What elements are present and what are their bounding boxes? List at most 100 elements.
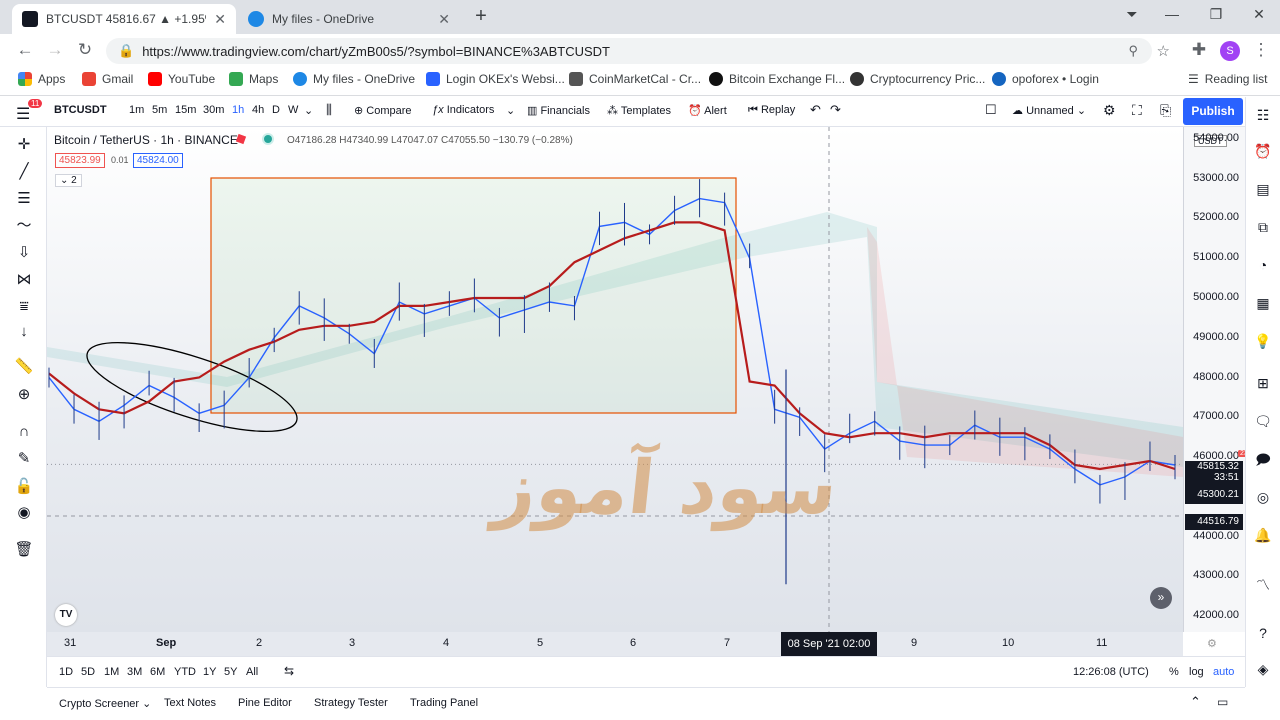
- ruler-icon[interactable]: 📏: [14, 357, 34, 377]
- trend-line-icon[interactable]: ╱: [14, 162, 34, 182]
- scroll-to-realtime-button[interactable]: »: [1150, 587, 1172, 609]
- undo-icon[interactable]: ↶: [810, 102, 821, 118]
- chart-pane[interactable]: Bitcoin / TetherUS · 1h · BINANCE O47186…: [47, 127, 1183, 632]
- layers-icon[interactable]: ◈: [1253, 659, 1273, 679]
- layout-name-button[interactable]: ☁ Unnamed ⌄: [1012, 104, 1086, 117]
- alerts-clock-icon[interactable]: ⏰: [1253, 141, 1273, 161]
- interval-1h[interactable]: 1h: [232, 104, 244, 116]
- select-layout-icon[interactable]: ☐: [985, 102, 997, 118]
- calendar-icon[interactable]: ▦: [1253, 293, 1273, 313]
- collapse-panel-icon[interactable]: ⌃: [1190, 694, 1201, 710]
- xabcd-pattern-icon[interactable]: ⋈: [14, 270, 34, 290]
- zoom-icon[interactable]: ⚲: [1128, 43, 1138, 59]
- range-all[interactable]: All: [246, 666, 258, 678]
- hotlists-icon[interactable]: ◔: [1253, 255, 1273, 275]
- tab-crypto-screener[interactable]: Crypto Screener ⌄: [59, 697, 151, 710]
- news-icon[interactable]: ⧉: [1253, 217, 1273, 237]
- bookmark-youtube[interactable]: YouTube: [148, 72, 215, 86]
- streams-icon[interactable]: ⊞: [1253, 373, 1273, 393]
- interval-1m[interactable]: 1m: [129, 104, 144, 116]
- range-3m[interactable]: 3M: [127, 666, 142, 678]
- financials-button[interactable]: ▥ Financials: [527, 104, 590, 117]
- interval-5m[interactable]: 5m: [152, 104, 167, 116]
- browser-menu-icon[interactable]: ⋮: [1250, 40, 1272, 62]
- compare-button[interactable]: ⊕ Compare: [354, 104, 412, 117]
- stay-in-drawing-mode-icon[interactable]: ✎: [14, 449, 34, 469]
- alert-button[interactable]: ⏰ Alert: [688, 104, 727, 117]
- buy-price-button[interactable]: 45824.00: [133, 153, 183, 168]
- profile-avatar[interactable]: S: [1220, 41, 1240, 61]
- tab-search-icon[interactable]: ⏷: [1118, 6, 1146, 26]
- indicators-collapse-toggle[interactable]: ⌄ 2: [55, 174, 82, 187]
- bookmark-bitcoin-exchange[interactable]: Bitcoin Exchange Fl...: [709, 72, 845, 86]
- indicators-button[interactable]: ƒx Indicators: [432, 104, 494, 116]
- interval-30m[interactable]: 30m: [203, 104, 224, 116]
- bookmark-onedrive[interactable]: My files - OneDrive: [293, 72, 415, 86]
- close-window-button[interactable]: ✕: [1245, 6, 1273, 26]
- interval-d[interactable]: D: [272, 104, 280, 116]
- data-window-icon[interactable]: ▤: [1253, 179, 1273, 199]
- forward-icon[interactable]: →: [44, 40, 66, 62]
- chats-icon[interactable]: 🗨: [1253, 411, 1273, 431]
- camera-snapshot-icon[interactable]: ⎘: [1160, 102, 1171, 119]
- hamburger-menu-icon[interactable]: ☰: [16, 104, 30, 124]
- arrow-down-icon[interactable]: ↓: [14, 322, 34, 342]
- interval-w[interactable]: W: [288, 104, 298, 116]
- sell-price-button[interactable]: 45823.99: [55, 153, 105, 168]
- log-toggle[interactable]: log: [1189, 666, 1204, 678]
- fullscreen-icon[interactable]: ⛶: [1132, 102, 1142, 119]
- reading-list[interactable]: ☰ Reading list: [1188, 72, 1267, 86]
- close-tab-icon[interactable]: ✕: [438, 11, 450, 28]
- trending-icon[interactable]: 〽: [1253, 575, 1273, 595]
- minimize-button[interactable]: —: [1158, 6, 1186, 26]
- range-1d[interactable]: 1D: [59, 666, 73, 678]
- bookmark-apps[interactable]: Apps: [18, 72, 65, 86]
- range-5d[interactable]: 5D: [81, 666, 95, 678]
- close-tab-icon[interactable]: ✕: [214, 11, 226, 28]
- bell-icon[interactable]: 🔔: [1253, 525, 1273, 545]
- settings-gear-icon[interactable]: ⚙: [1103, 102, 1116, 119]
- crosshair-icon[interactable]: ✛: [14, 135, 34, 155]
- bookmark-coinmarketcal[interactable]: CoinMarketCal - Cr...: [569, 72, 701, 86]
- new-tab-button[interactable]: +: [470, 6, 492, 28]
- tab-trading-panel[interactable]: Trading Panel: [410, 697, 478, 709]
- star-icon[interactable]: ☆: [1157, 42, 1170, 60]
- extensions-icon[interactable]: ✚: [1188, 40, 1210, 62]
- brush-icon[interactable]: 〜: [14, 216, 34, 236]
- auto-toggle[interactable]: auto: [1213, 666, 1234, 678]
- percent-toggle[interactable]: %: [1169, 666, 1179, 678]
- bookmark-maps[interactable]: Maps: [229, 72, 278, 86]
- utc-clock[interactable]: 12:26:08 (UTC): [1073, 666, 1149, 678]
- range-1y[interactable]: 1Y: [203, 666, 216, 678]
- range-6m[interactable]: 6M: [150, 666, 165, 678]
- zoom-in-icon[interactable]: ⊕: [14, 385, 34, 405]
- range-1m[interactable]: 1M: [104, 666, 119, 678]
- url-input[interactable]: 🔒 https://www.tradingview.com/chart/yZmB…: [106, 38, 1170, 64]
- interval-15m[interactable]: 15m: [175, 104, 196, 116]
- watchlist-icon[interactable]: ☷: [1253, 105, 1273, 125]
- bookmark-crypto-prices[interactable]: Cryptocurrency Pric...: [850, 72, 985, 86]
- fib-retracement-icon[interactable]: ☰: [14, 189, 34, 209]
- publish-button[interactable]: Publish: [1183, 98, 1243, 125]
- help-icon[interactable]: ?: [1253, 623, 1273, 643]
- broadcast-icon[interactable]: ◎: [1253, 487, 1273, 507]
- tab-onedrive[interactable]: My files - OneDrive ✕: [238, 4, 460, 34]
- range-ytd[interactable]: YTD: [174, 666, 196, 678]
- tab-pine-editor[interactable]: Pine Editor: [238, 697, 292, 709]
- maximize-button[interactable]: ❐: [1202, 6, 1230, 26]
- magnet-icon[interactable]: ∩: [14, 422, 34, 442]
- tab-tradingview[interactable]: BTCUSDT 45816.67 ▲ +1.95% Un ✕: [12, 4, 236, 34]
- tab-text-notes[interactable]: Text Notes: [164, 697, 216, 709]
- interval-dropdown-icon[interactable]: ⌄: [304, 104, 313, 117]
- goto-date-icon[interactable]: ⇆: [284, 664, 294, 678]
- symbol-search-button[interactable]: BTCUSDT: [54, 104, 107, 116]
- templates-button[interactable]: ⁂ Templates: [607, 104, 671, 117]
- replay-button[interactable]: ⏮ Replay: [748, 104, 795, 117]
- tab-strategy-tester[interactable]: Strategy Tester: [314, 697, 388, 709]
- time-axis[interactable]: 31 Sep 2 3 4 5 6 7 08 Sep '21 02:00 9 10…: [47, 632, 1217, 656]
- hide-drawings-eye-icon[interactable]: ◉: [14, 503, 34, 523]
- pattern-icon[interactable]: ⇩: [14, 243, 34, 263]
- interval-4h[interactable]: 4h: [252, 104, 264, 116]
- ideas-lightbulb-icon[interactable]: 💡: [1253, 331, 1273, 351]
- candle-style-icon[interactable]: ⫼: [326, 102, 332, 118]
